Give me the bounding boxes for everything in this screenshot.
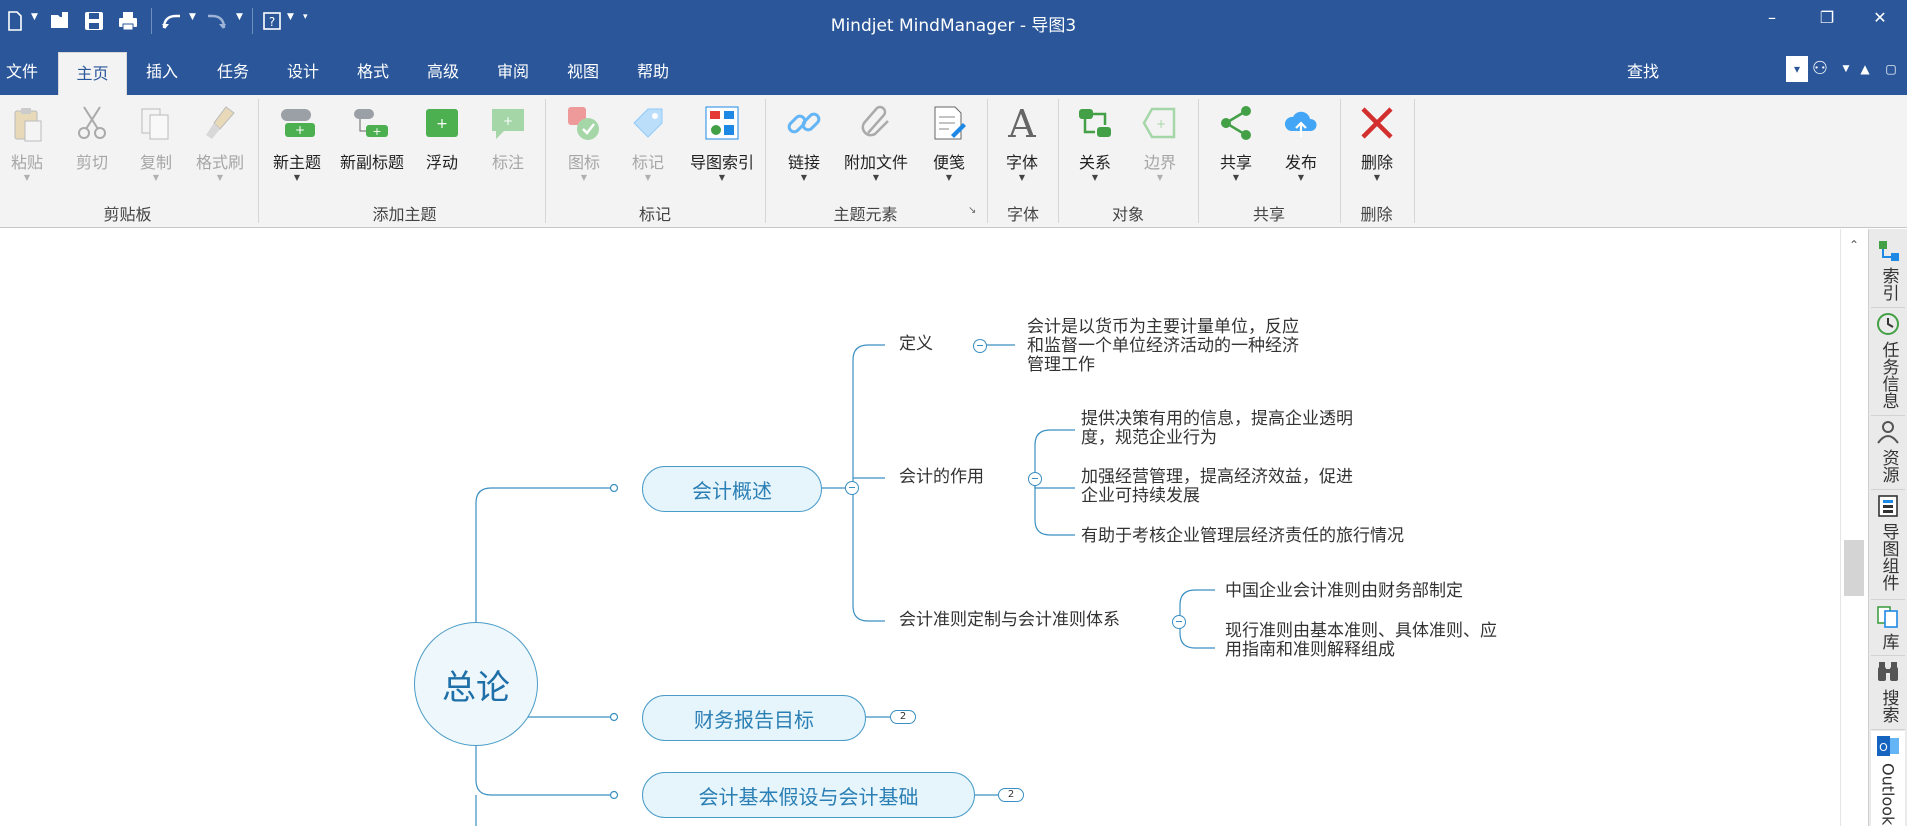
side-tab-label: 索引 — [1878, 267, 1899, 301]
scroll-up-icon[interactable]: ⌃ — [1844, 238, 1864, 252]
outlook-icon: O — [1877, 736, 1899, 756]
topic-basic-assumptions[interactable]: 会计基本假设与会计基础 — [642, 772, 975, 818]
collapse-ribbon-icon[interactable]: ▲ — [1854, 56, 1876, 82]
role-item-responsibility[interactable]: 有助于考核企业管理层经济责任的旅行情况 — [1081, 527, 1404, 546]
central-topic[interactable]: 总论 — [414, 622, 538, 746]
library-icon — [1877, 606, 1898, 628]
topic-accounting-overview[interactable]: 会计概述 — [642, 466, 822, 512]
binoculars-icon — [1878, 662, 1898, 681]
side-tab-label: 任务信息 — [1878, 341, 1899, 409]
side-tab-label: 库 — [1878, 633, 1899, 650]
side-tab-map-parts[interactable]: 导图组件 — [1871, 491, 1905, 600]
side-tab-resources[interactable]: 资源 — [1871, 417, 1905, 490]
collapsed-count-badge[interactable]: 2 — [890, 710, 916, 724]
topic-financial-report-goal[interactable]: 财务报告目标 — [642, 695, 866, 741]
collapsed-count-badge[interactable]: 2 — [998, 788, 1024, 802]
collapse-toggle[interactable] — [845, 481, 859, 495]
standards-item-maker[interactable]: 中国企业会计准则由财务部制定 — [1225, 582, 1463, 601]
collapse-toggle[interactable] — [1028, 472, 1042, 486]
scrollbar-thumb[interactable] — [1844, 540, 1864, 596]
side-tab-label: 导图组件 — [1878, 523, 1899, 591]
side-tab-task-info[interactable]: 任务信息 — [1871, 309, 1905, 416]
resource-person-icon — [1877, 421, 1899, 444]
subtopic-accounting-role[interactable]: 会计的作用 — [899, 468, 984, 487]
map-parts-icon — [1878, 495, 1898, 517]
ribbon-options-icon[interactable]: ▢ — [1880, 56, 1902, 82]
vertical-scrollbar[interactable] — [1840, 229, 1869, 826]
subtopic-definition-detail[interactable]: 会计是以货币为主要计量单位，反应 和监督一个单位经济活动的一种经济 管理工作 — [1027, 318, 1299, 375]
side-tab-index[interactable]: 索引 — [1871, 235, 1905, 308]
mindmap-connectors — [475, 344, 1215, 826]
close-button[interactable]: ✕ — [1858, 4, 1902, 34]
standards-item-composition[interactable]: 现行准则由基本准则、具体准则、应 用指南和准则解释组成 — [1225, 622, 1497, 660]
role-item-decision-info[interactable]: 提供决策有用的信息，提高企业透明 度，规范企业行为 — [1081, 410, 1353, 448]
task-info-icon — [1877, 313, 1899, 335]
role-item-management[interactable]: 加强经营管理，提高经济效益，促进 企业可持续发展 — [1081, 468, 1353, 506]
subtopic-standards[interactable]: 会计准则定制与会计准则体系 — [899, 611, 1120, 630]
side-tab-outlook[interactable]: O Outlook — [1871, 731, 1905, 826]
index-icon — [1879, 241, 1899, 261]
collapse-toggle[interactable] — [973, 339, 987, 353]
svg-text:O: O — [1879, 741, 1888, 754]
side-tab-label: 搜索 — [1878, 689, 1899, 723]
side-panel: 索引 任务信息 资源 导图组件 库 搜索 O Outlook — [1868, 229, 1907, 826]
side-tab-label: 资源 — [1878, 449, 1899, 483]
subtopic-definition[interactable]: 定义 — [899, 335, 933, 354]
side-tab-library[interactable]: 库 — [1871, 601, 1905, 656]
side-tab-search[interactable]: 搜索 — [1871, 657, 1905, 730]
collapse-toggle[interactable] — [1172, 615, 1186, 629]
side-tab-label: Outlook — [1878, 763, 1898, 826]
